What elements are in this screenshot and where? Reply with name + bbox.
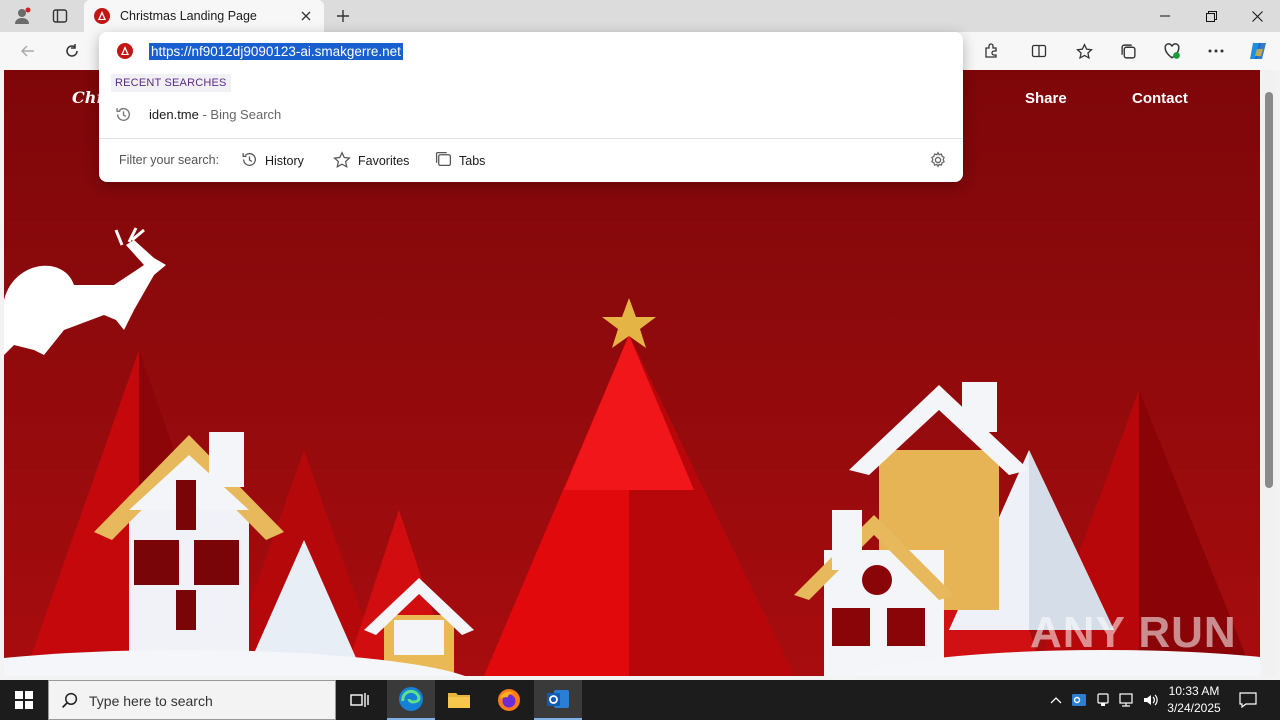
address-bar-dropdown: https://nf9012dj9090123-ai.smakgerre.net… — [99, 32, 963, 182]
watermark: ANY RUN — [1030, 608, 1237, 657]
taskbar-outlook[interactable] — [534, 680, 582, 720]
split-screen-icon[interactable] — [1025, 37, 1053, 65]
filter-favorites-button[interactable]: Favorites — [333, 150, 409, 172]
taskbar-search-placeholder: Type here to search — [89, 693, 213, 709]
extensions-icon[interactable] — [977, 37, 1005, 65]
taskbar-edge[interactable] — [387, 680, 435, 720]
site-favicon-icon — [94, 8, 110, 29]
taskbar-clock[interactable]: 10:33 AM 3/24/2025 — [1160, 683, 1228, 717]
page-scrollbar[interactable] — [1262, 70, 1276, 676]
copilot-icon[interactable] — [1244, 37, 1272, 65]
tabs-icon — [435, 151, 452, 171]
filter-tabs-button[interactable]: Tabs — [435, 150, 485, 172]
back-arrow-icon[interactable] — [14, 37, 42, 65]
address-bar-input[interactable]: https://nf9012dj9090123-ai.smakgerre.net — [149, 43, 403, 60]
recent-searches-label: RECENT SEARCHES — [111, 74, 231, 92]
chevron-up-icon[interactable] — [1045, 688, 1067, 712]
collections-icon[interactable] — [1114, 37, 1142, 65]
start-button[interactable] — [0, 680, 48, 720]
taskbar-search-box[interactable]: Type here to search — [48, 680, 336, 720]
network-icon[interactable] — [1116, 688, 1138, 712]
filter-history-button[interactable]: History — [241, 150, 304, 172]
profile-icon[interactable] — [10, 4, 34, 28]
windows-logo-icon — [15, 691, 33, 709]
edge-icon — [399, 687, 423, 711]
minimize-icon[interactable] — [1142, 0, 1188, 32]
browser-essentials-icon[interactable] — [1158, 37, 1186, 65]
filter-label: Filter your search: — [119, 153, 220, 167]
outlook-tray-icon[interactable] — [1068, 688, 1090, 712]
filter-tabs-label: Tabs — [459, 154, 486, 168]
recent-search-source: - Bing Search — [198, 107, 282, 122]
nav-contact[interactable]: Contact — [1132, 90, 1188, 107]
clock-time: 10:33 AM — [1168, 684, 1220, 698]
clock-date: 3/24/2025 — [1167, 701, 1221, 715]
volume-icon[interactable] — [1140, 688, 1162, 712]
history-icon — [241, 151, 258, 171]
workspaces-icon[interactable] — [48, 4, 72, 28]
star-icon — [333, 150, 351, 172]
settings-gear-icon[interactable] — [929, 151, 947, 174]
nav-share[interactable]: Share — [1025, 90, 1067, 107]
notifications-icon[interactable] — [1237, 688, 1259, 712]
dropdown-divider — [99, 138, 963, 139]
tab-close-icon[interactable] — [296, 6, 316, 26]
folder-icon — [448, 693, 470, 708]
device-tray-icon[interactable] — [1092, 688, 1114, 712]
restore-icon[interactable] — [1188, 0, 1234, 32]
filter-history-label: History — [265, 154, 304, 168]
taskbar-file-explorer[interactable] — [435, 680, 483, 720]
search-icon — [61, 692, 78, 714]
recent-search-query: iden.tme — [149, 107, 199, 122]
scrollbar-thumb[interactable] — [1265, 92, 1273, 488]
title-bar: Christmas Landing Page — [0, 0, 1280, 32]
recent-search-item[interactable]: iden.tme - Bing Search — [99, 98, 963, 130]
task-view-icon — [350, 693, 369, 707]
task-view-button[interactable] — [336, 680, 384, 720]
more-options-icon[interactable] — [1202, 37, 1230, 65]
site-favicon-icon — [117, 43, 133, 64]
browser-tab[interactable]: Christmas Landing Page — [84, 0, 324, 32]
refresh-icon[interactable] — [58, 37, 86, 65]
new-tab-icon[interactable] — [332, 5, 354, 27]
taskbar-firefox[interactable] — [485, 680, 533, 720]
favorites-icon[interactable] — [1070, 37, 1098, 65]
filter-favorites-label: Favorites — [358, 154, 410, 168]
firefox-icon — [498, 689, 520, 711]
tab-title: Christmas Landing Page — [120, 9, 257, 23]
close-window-icon[interactable] — [1234, 0, 1280, 32]
outlook-icon — [547, 690, 569, 708]
history-clock-icon — [115, 106, 132, 128]
